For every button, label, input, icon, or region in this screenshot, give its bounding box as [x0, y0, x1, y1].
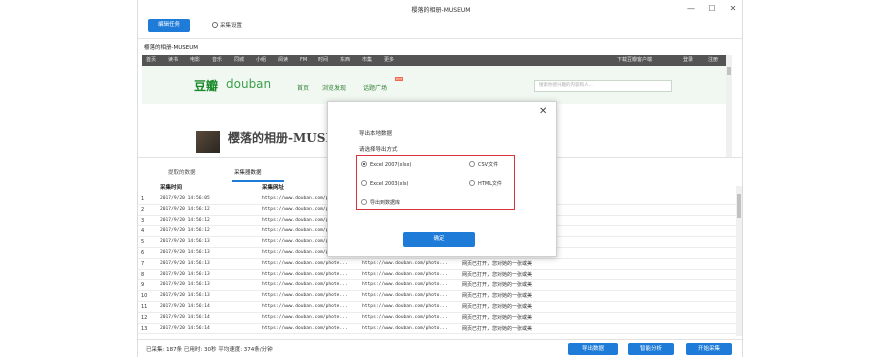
radio-icon[interactable] [361, 180, 367, 186]
option-label: Excel 2003(xls) [370, 181, 409, 187]
radio-icon[interactable] [361, 199, 367, 205]
option-csv[interactable]: CSV文件 [469, 161, 498, 168]
radio-icon[interactable] [469, 161, 475, 167]
option-excel-2003[interactable]: Excel 2003(xls) [361, 180, 408, 187]
dialog-hint: 请选择导出方式 [359, 147, 398, 153]
option-database[interactable]: 导出到数据库 [361, 199, 400, 206]
confirm-button[interactable]: 确定 [403, 232, 475, 247]
dialog-title: 导出本地数据 [359, 131, 393, 137]
option-excel-2007[interactable]: Excel 2007(xlsx) [361, 161, 411, 168]
export-dialog: ✕ 导出本地数据 请选择导出方式 Excel 2007(xlsx) CSV文件 … [327, 101, 557, 257]
option-label: Excel 2007(xlsx) [370, 162, 412, 168]
radio-icon[interactable] [469, 180, 475, 186]
close-icon[interactable]: ✕ [539, 106, 547, 117]
radio-selected-icon[interactable] [361, 161, 367, 167]
option-html[interactable]: HTML文件 [469, 180, 502, 187]
option-label: CSV文件 [478, 162, 499, 168]
export-options-group: Excel 2007(xlsx) CSV文件 Excel 2003(xls) H… [356, 155, 515, 210]
option-label: HTML文件 [478, 181, 502, 187]
modal-layer: ✕ 导出本地数据 请选择导出方式 Excel 2007(xlsx) CSV文件 … [0, 0, 893, 357]
option-label: 导出到数据库 [370, 200, 401, 206]
